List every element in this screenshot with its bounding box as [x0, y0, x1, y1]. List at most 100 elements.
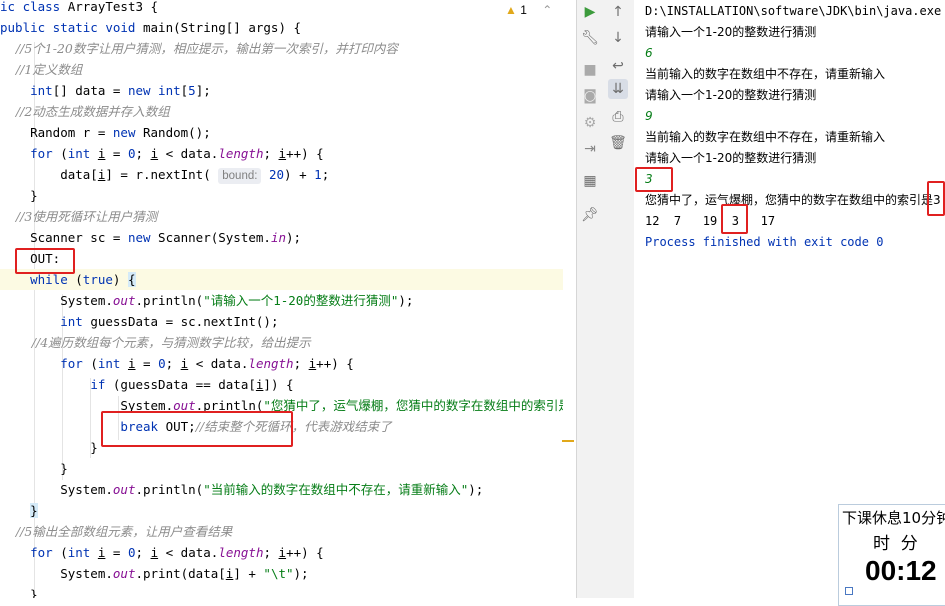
code-editor[interactable]: ic class ArrayTest3 {public static void … [0, 0, 576, 598]
code-line[interactable]: } [0, 185, 38, 206]
code-token: 0 [127, 545, 136, 560]
code-line[interactable]: //1定义数组 [0, 59, 82, 80]
code-line[interactable]: System.out.println("当前输入的数字在数组中不存在，请重新输入… [0, 479, 483, 500]
console-line: 请输入一个1-20的整数进行猜测 [645, 25, 817, 39]
code-token: < data. [158, 545, 219, 560]
inspection-count: 1 [520, 3, 527, 17]
code-token: 0 [127, 146, 136, 161]
code-token: int [67, 146, 98, 161]
code-line[interactable]: Scanner sc = new Scanner(System.in); [0, 227, 301, 248]
code-token: //5输出全部数组元素，让用户查看结果 [0, 524, 233, 539]
code-line[interactable]: int guessData = sc.nextInt(); [0, 311, 278, 332]
code-token: "\t" [263, 566, 294, 581]
code-token: int [30, 83, 53, 98]
code-line[interactable]: ic class ArrayTest3 { [0, 0, 158, 17]
code-line[interactable]: while (true) { [0, 269, 563, 290]
scroll-warning-marker [562, 440, 574, 442]
code-line[interactable]: data[i] = r.nextInt( bound: 20) + 1; [0, 164, 329, 185]
code-line[interactable]: //5输出全部数组元素，让用户查看结果 [0, 521, 232, 542]
code-line[interactable]: } [0, 437, 98, 458]
code-token: .println( [135, 482, 204, 497]
code-token: ++) { [286, 545, 324, 560]
code-token: //2动态生成数据并存入数组 [0, 104, 170, 119]
code-token: i [150, 146, 159, 161]
code-line[interactable]: } [0, 500, 38, 521]
code-line[interactable]: public static void main(String[] args) { [0, 17, 301, 38]
code-token: (guessData == data[ [112, 377, 256, 392]
code-token: } [0, 587, 38, 598]
code-line[interactable]: for (int i = 0; i < data.length; i++) { [0, 143, 324, 164]
code-token: guessData = sc.nextInt(); [90, 314, 279, 329]
warning-icon: ▲ [505, 3, 517, 17]
up-arrow-icon[interactable]: ↑ [608, 2, 628, 22]
code-token: ; [321, 167, 330, 182]
down-arrow-icon[interactable]: ↓ [608, 28, 628, 48]
wrench-icon[interactable]: 🔧︎ [580, 28, 600, 48]
wrap-icon[interactable]: ↩ [608, 56, 628, 76]
console-line: 您猜中了，运气爆棚，您猜中的数字在数组中的索引是3 [645, 193, 941, 207]
code-line[interactable]: if (guessData == data[i]) { [0, 374, 293, 395]
console-line: 12 7 19 3 17 [645, 214, 776, 228]
login-icon[interactable]: ⇥ [580, 139, 600, 159]
layout-icon[interactable]: ▦ [580, 171, 600, 191]
code-line[interactable]: System.out.println("请输入一个1-20的整数进行猜测"); [0, 290, 413, 311]
camera-icon[interactable]: ◙ [580, 86, 600, 106]
code-line[interactable]: //4遍历数组每个元素，与猜测数字比较，给出提示 [0, 332, 311, 353]
pin-icon[interactable]: 📌︎ [580, 205, 600, 225]
code-token: ] = r.nextInt( [105, 167, 219, 182]
code-token: for [30, 146, 61, 161]
code-token: new [127, 230, 159, 245]
previous-highlight-icon[interactable]: ⌃ [542, 3, 552, 17]
code-token: 1 [314, 167, 322, 182]
code-line[interactable]: int[] data = new int[5]; [0, 80, 211, 101]
console-line: 9 [645, 109, 653, 123]
gear-icon[interactable]: ⚙ [580, 113, 600, 133]
code-token: //5个1-20数字让用户猜测，相应提示，输出第一次索引，并打印内容 [0, 41, 398, 56]
code-token: Random(); [143, 125, 211, 140]
code-token: { [127, 272, 136, 287]
code-line[interactable]: //5个1-20数字让用户猜测，相应提示，输出第一次索引，并打印内容 [0, 38, 398, 59]
code-line[interactable]: //2动态生成数据并存入数组 [0, 101, 170, 122]
code-line[interactable]: } [0, 458, 68, 479]
code-token: ( [60, 146, 68, 161]
code-token: //4遍历数组每个元素，与猜测数字比较，给出提示 [0, 335, 311, 350]
print-icon[interactable]: ⎙ [608, 107, 628, 127]
code-token: ); [286, 230, 302, 245]
code-line[interactable]: for (int i = 0; i < data.length; i++) { [0, 353, 354, 374]
code-line[interactable]: //3使用死循环让用户猜测 [0, 206, 157, 227]
code-token: if [90, 377, 113, 392]
code-token: "当前输入的数字在数组中不存在，请重新输入" [203, 482, 469, 497]
stop-icon[interactable]: ■ [580, 60, 600, 80]
code-token: ( [52, 545, 68, 560]
trash-icon[interactable]: 🗑︎ [608, 133, 628, 153]
code-token: ( [90, 356, 98, 371]
code-token: < data. [188, 356, 249, 371]
code-token: data[ [0, 167, 98, 182]
code-token: int [60, 314, 91, 329]
code-token: ; [263, 146, 279, 161]
code-token: } [0, 440, 98, 455]
code-token: int [97, 356, 128, 371]
code-token: ; [135, 146, 151, 161]
code-token: out [112, 566, 136, 581]
console-line: 请输入一个1-20的整数进行猜测 [645, 151, 817, 165]
run-icon[interactable]: ▶ [580, 2, 600, 22]
code-token: main(String[] args) { [143, 20, 302, 35]
code-line[interactable]: System.out.print(data[i] + "\t"); [0, 563, 308, 584]
code-token: new int [127, 83, 181, 98]
scroll-to-end-icon[interactable]: ⇊ [608, 79, 628, 99]
highlight-box-label [15, 248, 75, 274]
code-line[interactable]: Random r = new Random(); [0, 122, 211, 143]
code-token: public static void [0, 20, 143, 35]
code-token: 0 [158, 356, 166, 371]
editor-scrollbar[interactable] [563, 0, 576, 598]
inspection-widget[interactable]: ▲ 1 ⌃ ⌄ [505, 3, 572, 17]
code-line[interactable]: for (int i = 0; i < data.length; i++) { [0, 542, 324, 563]
code-line[interactable]: } [0, 584, 38, 598]
